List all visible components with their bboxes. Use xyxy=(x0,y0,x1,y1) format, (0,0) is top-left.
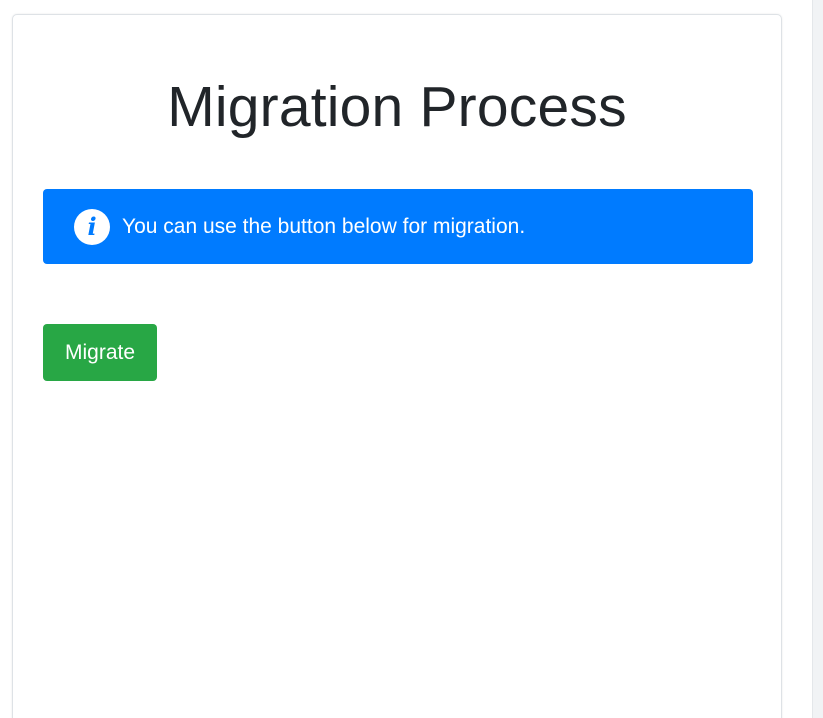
migrate-button[interactable]: Migrate xyxy=(43,324,157,381)
info-icon: i xyxy=(74,208,110,245)
page-title: Migration Process xyxy=(167,75,627,139)
right-panel-edge xyxy=(812,0,823,718)
alert-message: You can use the button below for migrati… xyxy=(122,214,526,238)
migration-card: Migration Process i You can use the butt… xyxy=(12,14,782,718)
page: Migration Process i You can use the butt… xyxy=(0,0,823,718)
info-alert: i You can use the button below for migra… xyxy=(43,189,753,264)
